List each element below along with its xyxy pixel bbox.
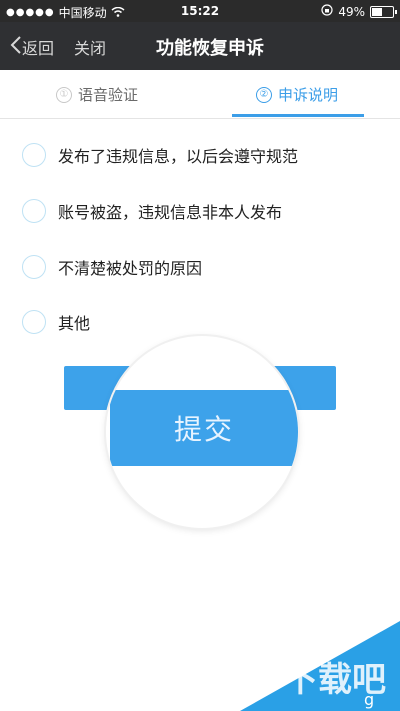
page-title: 功能恢复申诉 (156, 38, 264, 59)
battery-percent: 49% (338, 4, 365, 19)
tab-appeal-description[interactable]: ② 申诉说明 (256, 84, 338, 105)
status-bar: ●●●●● 中国移动 15:22 49% (0, 0, 400, 22)
option-violation-info[interactable]: 发布了违规信息，以后会遵守规范 (22, 143, 298, 167)
tab-voice-verification[interactable]: ① 语音验证 (56, 84, 138, 105)
magnifier-overlay: 提交 (106, 336, 298, 528)
watermark: g 下载吧 (240, 621, 400, 711)
submit-button-label[interactable]: 提交 (110, 390, 298, 466)
step-tabs: ① 语音验证 ② 申诉说明 (0, 70, 400, 119)
radio-button[interactable] (22, 199, 46, 223)
battery-icon (370, 5, 397, 18)
active-tab-indicator (232, 114, 364, 117)
step-marker-icon: ② (256, 86, 272, 103)
radio-button[interactable] (22, 143, 46, 167)
option-label: 不清楚被处罚的原因 (58, 259, 203, 278)
option-account-stolen[interactable]: 账号被盗，违规信息非本人发布 (22, 199, 282, 223)
navigation-bar: 返回 关闭 功能恢复申诉 (0, 22, 400, 70)
radio-button[interactable] (22, 310, 46, 334)
step-marker-icon: ① (56, 86, 72, 103)
option-label: 其他 (58, 314, 91, 333)
rotation-lock-icon (321, 4, 333, 19)
option-other[interactable]: 其他 (22, 310, 90, 334)
option-unclear-reason[interactable]: 不清楚被处罚的原因 (22, 255, 202, 279)
tab-label: 语音验证 (78, 86, 139, 104)
radio-button[interactable] (22, 255, 46, 279)
watermark-text: 下载吧 (284, 660, 386, 700)
option-label: 发布了违规信息，以后会遵守规范 (58, 147, 299, 166)
tab-label: 申诉说明 (278, 86, 339, 104)
option-label: 账号被盗，违规信息非本人发布 (58, 203, 283, 222)
